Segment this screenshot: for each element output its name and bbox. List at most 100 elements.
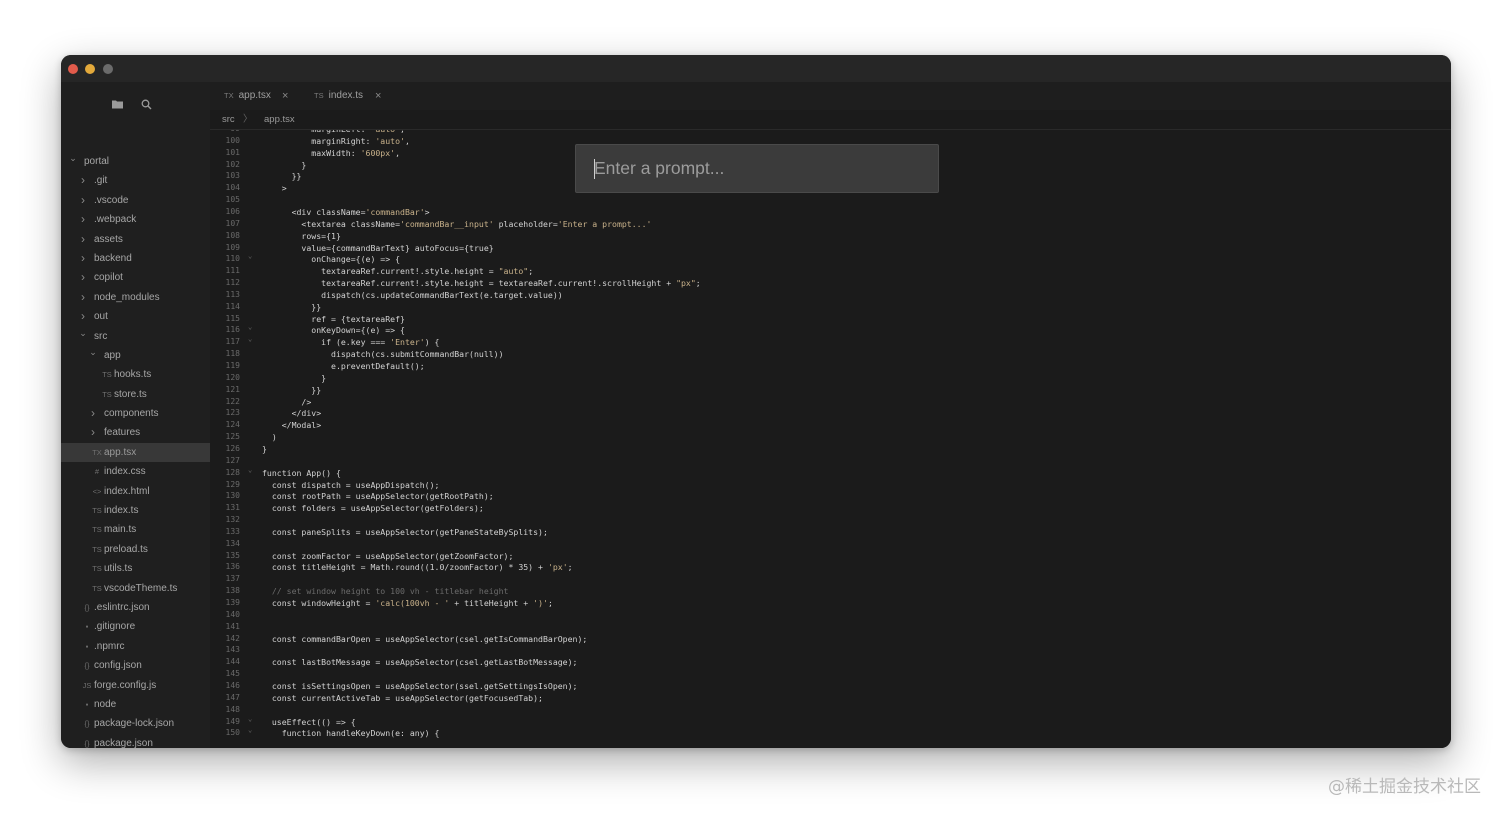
line-number: 138 (225, 586, 240, 596)
code-line: <textarea className='commandBar__input' … (262, 218, 652, 229)
fold-chevron-icon[interactable]: ⌄ (248, 323, 252, 331)
file-type-icon: {} (84, 738, 90, 748)
tree-folder[interactable]: › components (61, 404, 210, 423)
code-line: </Modal> (262, 420, 322, 431)
title-bar[interactable] (61, 55, 1451, 82)
tree-folder[interactable]: › .vscode (61, 191, 210, 210)
fold-chevron-icon[interactable]: ⌄ (248, 715, 252, 723)
line-number: 140 (225, 609, 240, 619)
breadcrumb-item-src[interactable]: src (222, 110, 235, 130)
command-bar[interactable] (575, 144, 939, 193)
tree-folder[interactable]: › features (61, 423, 210, 442)
tree-file[interactable]: {} package.json (61, 734, 210, 748)
code-editor[interactable]: 99 marginLeft: 'auto', 100 marginRight: '… (210, 130, 1451, 748)
line-number: 150 (225, 728, 240, 738)
tree-file[interactable]: TS preload.ts (61, 540, 210, 559)
minimize-window-button[interactable] (85, 64, 95, 74)
tree-folder[interactable]: › copilot (61, 268, 210, 287)
line-number: 125 (225, 432, 240, 442)
prompt-input[interactable] (576, 145, 938, 192)
tree-file[interactable]: TS utils.ts (61, 559, 210, 578)
code-line: const folders = useAppSelector(getFolder… (262, 503, 484, 514)
line-number: 103 (225, 171, 240, 181)
folder-icon[interactable] (110, 99, 124, 113)
tree-file[interactable]: {} package-lock.json (61, 714, 210, 733)
tree-file[interactable]: <> index.html (61, 482, 210, 501)
maximize-window-button[interactable] (103, 64, 113, 74)
tree-file[interactable]: ▪ node (61, 695, 210, 714)
chevron-right-icon: › (81, 250, 85, 265)
code-line: }} (262, 384, 322, 395)
tree-item-label: features (104, 427, 141, 439)
tree-folder[interactable]: › node_modules (61, 288, 210, 307)
close-icon[interactable]: × (282, 82, 288, 110)
line-number: 105 (225, 195, 240, 205)
sidebar-toolbar (61, 82, 210, 127)
tree-folder[interactable]: › .git (61, 171, 210, 190)
tab-index-ts[interactable]: TS index.ts × (314, 82, 381, 110)
code-line: const zoomFactor = useAppSelector(getZoo… (262, 550, 514, 561)
tab-app-tsx[interactable]: TX app.tsx × (224, 82, 288, 110)
chevron-down-icon: ⌄ (79, 327, 87, 338)
line-number: 102 (225, 159, 240, 169)
line-number: 129 (225, 479, 240, 489)
tree-folder[interactable]: › backend (61, 249, 210, 268)
code-line: } (262, 159, 307, 170)
fold-chevron-icon[interactable]: ⌄ (248, 726, 252, 734)
tree-file[interactable]: {} config.json (61, 656, 210, 675)
tree-item-label: .npmrc (94, 640, 125, 652)
close-icon[interactable]: × (375, 82, 381, 110)
tree-file[interactable]: TS vscodeTheme.ts (61, 579, 210, 598)
fold-chevron-icon[interactable]: ⌄ (248, 252, 252, 260)
tree-file[interactable]: TX app.tsx (61, 442, 210, 463)
tree-item-label: index.html (104, 485, 150, 497)
breadcrumb-item-app-tsx[interactable]: app.tsx (264, 110, 295, 130)
tree-folder[interactable]: › assets (61, 230, 210, 249)
chevron-right-icon: › (81, 212, 85, 227)
tree-folder[interactable]: ⌄ src (61, 327, 210, 346)
code-line: const isSettingsOpen = useAppSelector(ss… (262, 680, 578, 691)
line-number: 133 (225, 526, 240, 536)
tree-folder[interactable]: ⌄ portal (61, 152, 210, 171)
tab-label: app.tsx (238, 90, 271, 101)
line-number: 148 (225, 704, 240, 714)
ts-file-icon: TS (314, 91, 324, 100)
chevron-down-icon: ⌄ (69, 153, 77, 163)
tree-file[interactable]: TS main.ts (61, 520, 210, 539)
tree-item-label: utils.ts (104, 563, 133, 575)
tree-item-label: config.json (94, 660, 142, 672)
tree-file[interactable]: ▪ .gitignore (61, 617, 210, 636)
tree-item-label: app.tsx (104, 446, 137, 458)
code-line: maxWidth: '600px', (262, 147, 401, 158)
line-number: 99 (210, 130, 240, 133)
tree-file[interactable]: TS hooks.ts (61, 365, 210, 384)
line-number: 136 (225, 562, 240, 572)
code-line: rows={1} (262, 230, 341, 241)
tree-file[interactable]: {} .eslintrc.json (61, 598, 210, 617)
file-type-icon: {} (84, 719, 90, 729)
tree-item-label: package-lock.json (94, 718, 175, 730)
tree-folder[interactable]: › .webpack (61, 210, 210, 229)
tree-file[interactable]: TS store.ts (61, 385, 210, 404)
line-number: 127 (225, 455, 240, 465)
code-line: const commandBarOpen = useAppSelector(cs… (262, 633, 588, 644)
fold-chevron-icon[interactable]: ⌄ (248, 335, 252, 343)
file-tree: ⌄ portal › .git › .vscode › .webpack › assets › bac… (61, 152, 210, 748)
line-number: 108 (225, 230, 240, 240)
tree-file[interactable]: JS forge.config.js (61, 676, 210, 695)
line-number: 116 (225, 325, 240, 335)
tree-folder[interactable]: ⌄ app (61, 346, 210, 365)
code-line: ) (262, 432, 277, 443)
search-icon[interactable] (139, 99, 153, 113)
tree-file[interactable]: ▪ .npmrc (61, 637, 210, 656)
line-number: 106 (225, 206, 240, 216)
tree-file[interactable]: # index.css (61, 462, 210, 481)
fold-chevron-icon[interactable]: ⌄ (248, 466, 252, 474)
line-number: 139 (225, 598, 240, 607)
file-type-icon: ▪ (85, 622, 89, 632)
close-window-button[interactable] (68, 64, 78, 74)
chevron-right-icon: › (81, 173, 85, 188)
code-line: dispatch(cs.submitCommandBar(null)) (262, 349, 504, 360)
tree-file[interactable]: TS index.ts (61, 501, 210, 520)
code-line: if (e.key === 'Enter') { (262, 337, 440, 348)
